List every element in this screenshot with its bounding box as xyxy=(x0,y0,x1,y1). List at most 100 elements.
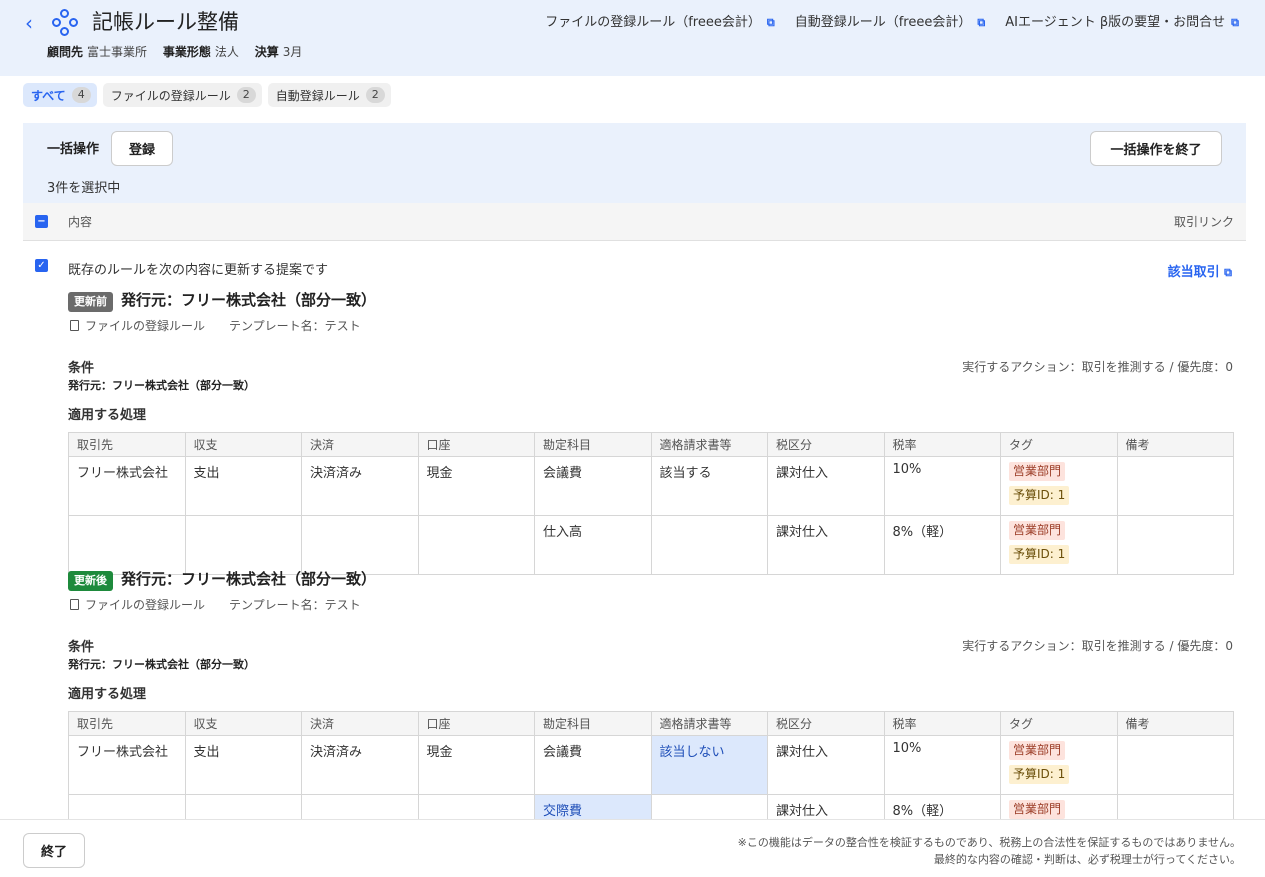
cell-tax: 課対仕入 xyxy=(767,456,885,516)
link-feedback[interactable]: AIエージェント β版の要望・お問合せ ⧉ xyxy=(1005,14,1239,32)
tab-all-count: 4 xyxy=(71,87,91,103)
tag-budget: 予算ID: 1 xyxy=(1009,545,1070,564)
cell-item: 会議費 xyxy=(534,735,652,795)
cell-invoice xyxy=(650,794,768,819)
cell-note xyxy=(1116,794,1234,819)
meta-value-fiscal: 3月 xyxy=(282,45,303,59)
list-header: − 内容 取引リンク xyxy=(23,203,1246,241)
link-file-rules-label: ファイルの登録ルール（freee会計） xyxy=(545,15,761,30)
cell-type: 支出 xyxy=(184,735,302,795)
cell-note xyxy=(1116,515,1234,575)
column-header: 収支 xyxy=(184,432,302,457)
column-header: 備考 xyxy=(1116,711,1234,736)
after-process-heading: 適用する処理 xyxy=(68,687,147,702)
after-condition-value: 発行元：フリー株式会社（部分一致） xyxy=(68,658,255,671)
meta-label-fiscal: 決算 xyxy=(254,45,279,59)
end-bulk-button[interactable]: 一括操作を終了 xyxy=(1090,131,1222,166)
header-links: ファイルの登録ルール（freee会計） ⧉ 自動登録ルール（freee会計） ⧉ A… xyxy=(545,14,1239,32)
finish-button[interactable]: 終了 xyxy=(23,833,85,868)
bulk-action-bar: 一括操作 登録 一括操作を終了 3件を選択中 xyxy=(23,123,1246,203)
row-checkbox[interactable]: ✓ xyxy=(35,259,48,272)
column-header: 適格請求書等 xyxy=(650,711,768,736)
tab-all[interactable]: すべて 4 xyxy=(23,83,97,107)
column-header: タグ xyxy=(1000,711,1118,736)
external-link-icon: ⧉ xyxy=(766,16,775,29)
cell-invoice xyxy=(650,515,768,575)
register-button[interactable]: 登録 xyxy=(111,131,173,166)
page-title: 記帳ルール整備 xyxy=(92,10,239,34)
column-header: 決済 xyxy=(301,711,419,736)
cell-tags: 営業部門予算ID: 1 xyxy=(1000,456,1118,516)
meta-label-client: 顧問先 xyxy=(47,45,84,59)
column-header: 勘定科目 xyxy=(534,432,652,457)
cell-tags: 営業部門予算ID: 1 xyxy=(1000,794,1118,819)
cell-settlement xyxy=(301,794,419,819)
after-rule-title: 発行元：フリー株式会社（部分一致） xyxy=(121,570,377,588)
cell-tags: 営業部門予算ID: 1 xyxy=(1000,515,1118,575)
link-auto-rules-label: 自動登録ルール（freee会計） xyxy=(794,15,972,30)
column-header: タグ xyxy=(1000,432,1118,457)
before-rule-heading: 更新前 発行元：フリー株式会社（部分一致） xyxy=(68,289,376,312)
back-chevron-icon[interactable]: ‹ xyxy=(18,10,40,36)
select-all-checkbox[interactable]: − xyxy=(35,215,48,228)
meta-value-business-type: 法人 xyxy=(214,45,239,59)
cell-item: 仕入高 xyxy=(534,515,652,575)
cell-item: 交際費 xyxy=(534,794,652,819)
header-content: 内容 xyxy=(68,215,93,229)
before-condition-heading: 条件 xyxy=(68,361,95,376)
document-icon xyxy=(70,599,79,610)
selected-count: 3件を選択中 xyxy=(47,181,121,196)
tag-department: 営業部門 xyxy=(1009,521,1066,540)
column-header: 決済 xyxy=(301,432,419,457)
after-rule-type: ファイルの登録ルール xyxy=(85,598,206,612)
tab-auto-rules-count: 2 xyxy=(365,87,385,103)
external-link-icon: ⧉ xyxy=(1224,266,1232,279)
after-process-table: 取引先 収支 決済 口座 勘定科目 適格請求書等 税区分 税率 タグ 備考 フリー株式会社 支出 決済… xyxy=(68,711,1234,819)
before-rule-type: ファイルの登録ルール xyxy=(85,319,206,333)
cell-account xyxy=(417,515,535,575)
tab-file-rules[interactable]: ファイルの登録ルール 2 xyxy=(102,83,262,107)
related-transaction-label: 該当取引 xyxy=(1167,265,1220,280)
link-file-rules[interactable]: ファイルの登録ルール（freee会計） ⧉ xyxy=(545,14,775,32)
link-auto-rules[interactable]: 自動登録ルール（freee会計） ⧉ xyxy=(795,14,986,32)
column-header: 収支 xyxy=(184,711,302,736)
tag-department: 営業部門 xyxy=(1009,741,1066,760)
before-template: テンプレート名：テスト xyxy=(229,319,361,333)
related-transaction-link[interactable]: 該当取引 ⧉ xyxy=(1168,261,1232,280)
page-footer: 終了 ※この機能はデータの整合性を検証するものであり、税務上の合法性を保証するも… xyxy=(0,819,1265,877)
cell-partner xyxy=(68,515,186,575)
before-process-table: 取引先 収支 決済 口座 勘定科目 適格請求書等 税区分 税率 タグ 備考 フリー株式会社 支出 決済… xyxy=(68,432,1234,575)
cell-settlement: 決済済み xyxy=(301,735,419,795)
column-header: 税率 xyxy=(883,711,1001,736)
cell-type xyxy=(184,515,302,575)
disclaimer-line-2: 最終的な内容の確認・判断は、必ず税理士が行ってください。 xyxy=(933,853,1241,866)
external-link-icon: ⧉ xyxy=(1231,16,1239,29)
external-link-icon: ⧉ xyxy=(977,16,986,29)
cell-note xyxy=(1116,456,1234,516)
column-header: 備考 xyxy=(1116,432,1234,457)
tag-department: 営業部門 xyxy=(1009,462,1066,481)
cell-tax: 課対仕入 xyxy=(767,735,885,795)
disclaimer: ※この機能はデータの整合性を検証するものであり、税務上の合法性を保証するものでは… xyxy=(738,834,1241,868)
column-header: 勘定科目 xyxy=(534,711,652,736)
tag-budget: 予算ID: 1 xyxy=(1009,765,1070,784)
tab-auto-rules[interactable]: 自動登録ルール 2 xyxy=(267,83,391,107)
tab-file-rules-label: ファイルの登録ルール xyxy=(110,88,231,103)
cell-account: 現金 xyxy=(417,456,535,516)
cell-type xyxy=(184,794,302,819)
bulk-action-label: 一括操作 xyxy=(47,142,100,157)
cell-tags: 営業部門予算ID: 1 xyxy=(1000,735,1118,795)
column-header: 適格請求書等 xyxy=(650,432,768,457)
tab-auto-rules-label: 自動登録ルール xyxy=(275,88,360,103)
tag-budget: 予算ID: 1 xyxy=(1009,486,1070,505)
cell-partner xyxy=(68,794,186,819)
table-row: フリー株式会社 支出 決済済み 現金 会議費 該当しない 課対仕入 10% 営業部門予算ID: … xyxy=(68,735,1234,795)
cell-rate: 10% xyxy=(883,735,1001,795)
table-row: 交際費 課対仕入8%（軽）営業部門予算ID: 1 xyxy=(68,794,1234,819)
rule-list: ✓ 既存のルールを次の内容に更新する提案です 該当取引 ⧉ 更新前 発行元：フリー… xyxy=(0,241,1265,819)
before-badge: 更新前 xyxy=(68,291,113,312)
meta-label-business-type: 事業形態 xyxy=(162,45,211,59)
column-header: 取引先 xyxy=(68,432,186,457)
cell-rate: 10% xyxy=(883,456,1001,516)
meta-value-client: 富士事業所 xyxy=(87,45,148,59)
